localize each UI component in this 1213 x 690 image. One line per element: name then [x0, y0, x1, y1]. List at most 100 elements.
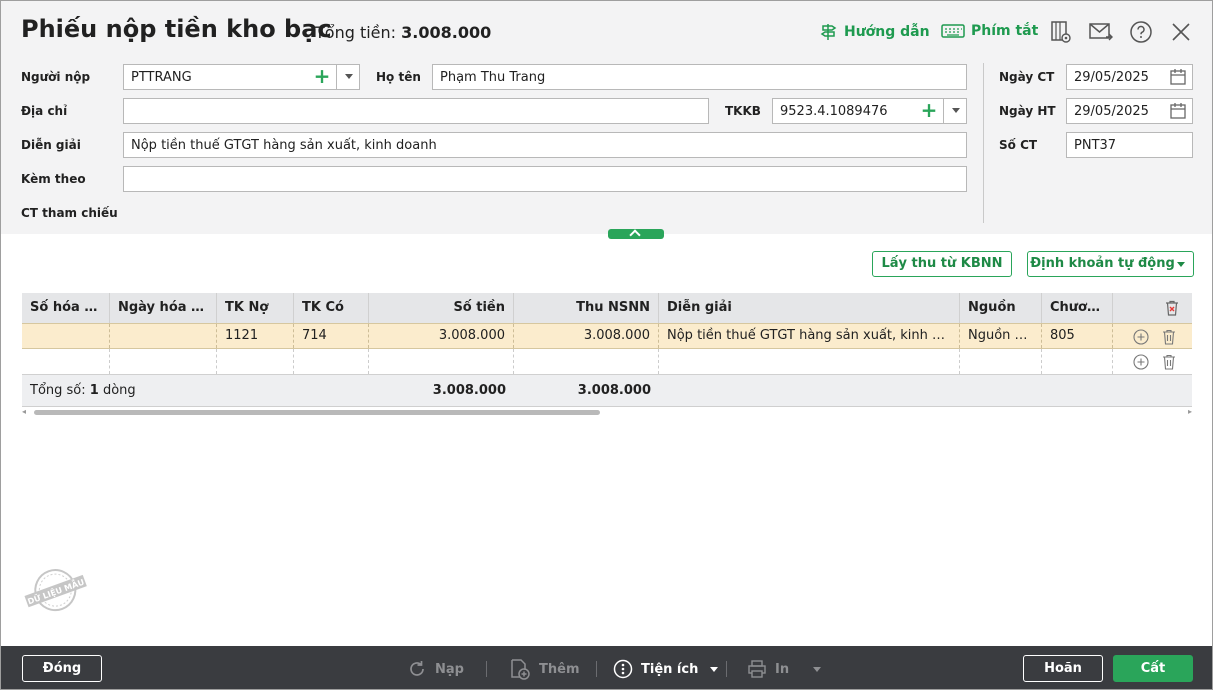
add-row-icon[interactable]	[1133, 329, 1149, 345]
table-row[interactable]: 1121 714 3.008.000 3.008.000 Nộp tiền th…	[22, 323, 1192, 349]
add-payer-icon[interactable]: +	[313, 66, 331, 86]
cell-invoice-no[interactable]	[22, 324, 110, 348]
help-icon[interactable]	[1129, 20, 1153, 44]
col-description[interactable]: Diễn giải	[659, 293, 960, 323]
cell-credit-account[interactable]: 714	[294, 324, 369, 348]
col-chapter[interactable]: Chương	[1042, 293, 1113, 323]
cell-invoice-date[interactable]	[110, 349, 217, 374]
toolbar-divider	[596, 661, 597, 677]
address-label: Địa chỉ	[21, 104, 68, 118]
payer-field[interactable]: PTTRANG +	[123, 64, 360, 90]
cell-amount[interactable]: 3.008.000	[369, 324, 514, 348]
voucher-number-field[interactable]: PNT37	[1066, 132, 1193, 158]
cell-invoice-no[interactable]	[22, 349, 110, 374]
cell-description[interactable]: Nộp tiền thuế GTGT hàng sản xuất, kinh d…	[659, 324, 960, 348]
cell-chapter[interactable]: 805	[1042, 324, 1113, 348]
col-source[interactable]: Nguồn	[960, 293, 1042, 323]
add-tkkb-icon[interactable]: +	[920, 100, 938, 120]
cell-chapter[interactable]	[1042, 349, 1113, 374]
row-count-label: Tổng số:	[30, 383, 86, 398]
payer-label: Người nộp	[21, 70, 91, 84]
scrollbar-thumb[interactable]	[34, 410, 600, 415]
auto-account-button[interactable]: Định khoản tự động	[1027, 251, 1194, 277]
tkkb-dropdown[interactable]	[943, 99, 966, 123]
description-label: Diễn giải	[21, 138, 81, 152]
attachment-label: Kèm theo	[21, 172, 86, 186]
col-actions	[1113, 293, 1192, 323]
cell-nsnn[interactable]	[514, 349, 659, 374]
guide-button[interactable]: Hướng dẫn	[820, 23, 930, 41]
toolbar-divider	[726, 661, 727, 677]
calendar-icon[interactable]	[1169, 68, 1187, 86]
total-label: Tổng tiền:	[315, 23, 397, 42]
posting-date-value: 29/05/2025	[1074, 104, 1149, 119]
tkkb-label: TKKB	[725, 104, 761, 118]
collapse-header-button[interactable]	[608, 229, 664, 239]
cell-nsnn[interactable]: 3.008.000	[514, 324, 659, 348]
total-value: 3.008.000	[401, 23, 492, 42]
calendar-icon[interactable]	[1169, 102, 1187, 120]
attachment-field[interactable]	[123, 166, 967, 192]
add-row-icon[interactable]	[1133, 354, 1149, 370]
more-options-icon	[613, 659, 633, 679]
save-button[interactable]: Cất	[1113, 655, 1193, 682]
email-icon[interactable]	[1089, 20, 1113, 44]
refresh-icon	[410, 661, 424, 676]
cell-debit-account[interactable]	[217, 349, 294, 374]
keyboard-icon	[941, 24, 965, 38]
fetch-kbnn-button[interactable]: Lấy thu từ KBNN	[872, 251, 1012, 277]
voucher-number-value: PNT37	[1074, 138, 1117, 153]
description-field[interactable]: Nộp tiền thuế GTGT hàng sản xuất, kinh d…	[123, 132, 967, 158]
fullname-field[interactable]: Phạm Thu Trang	[432, 64, 967, 90]
voucher-window: Phiếu nộp tiền kho bạc Tổng tiền: 3.008.…	[0, 0, 1213, 690]
scroll-left-icon[interactable]: ◂	[22, 408, 26, 416]
footer-toolbar: Đóng Nạp Thêm Tiện ích In Hoãn Cất	[1, 646, 1212, 689]
total-amount-cell: 3.008.000	[432, 383, 506, 398]
print-button[interactable]: In	[747, 656, 822, 682]
add-label: Thêm	[539, 661, 580, 677]
voucher-date-field[interactable]: 29/05/2025	[1066, 64, 1193, 90]
shortcut-button[interactable]: Phím tắt	[941, 23, 1038, 39]
cell-invoice-date[interactable]	[110, 324, 217, 348]
chevron-down-icon[interactable]	[813, 666, 822, 672]
delete-row-icon[interactable]	[1161, 329, 1177, 345]
col-credit-account[interactable]: TK Có	[294, 293, 369, 323]
cell-source[interactable]	[960, 349, 1042, 374]
add-button[interactable]: Thêm	[509, 656, 580, 682]
posting-date-field[interactable]: 29/05/2025	[1066, 98, 1193, 124]
undo-button[interactable]: Hoãn	[1023, 655, 1103, 682]
cell-debit-account[interactable]: 1121	[217, 324, 294, 348]
horizontal-scrollbar[interactable]: ◂ ▸	[22, 408, 1192, 416]
chevron-down-icon[interactable]	[1177, 262, 1185, 267]
section-divider	[983, 63, 984, 223]
col-nsnn[interactable]: Thu NSNN	[514, 293, 659, 323]
close-icon[interactable]	[1169, 20, 1193, 44]
toolbar-divider	[486, 661, 487, 677]
scroll-right-icon[interactable]: ▸	[1188, 408, 1192, 416]
grid-footer: Tổng số: 1 dòng 3.008.000 3.008.000	[22, 375, 1192, 407]
guide-label: Hướng dẫn	[844, 24, 930, 40]
cell-source[interactable]: Nguồn ngân sách	[960, 324, 1042, 348]
col-invoice-no[interactable]: Số hóa đơn	[22, 293, 110, 323]
delete-all-icon[interactable]	[1164, 300, 1180, 316]
utility-menu[interactable]: Tiện ích	[613, 656, 719, 682]
cell-amount[interactable]	[369, 349, 514, 374]
reference-label[interactable]: CT tham chiếu	[21, 206, 118, 220]
col-amount[interactable]: Số tiền	[369, 293, 514, 323]
cell-credit-account[interactable]	[294, 349, 369, 374]
fullname-label: Họ tên	[376, 70, 421, 84]
reload-label: Nạp	[435, 661, 464, 677]
tkkb-field[interactable]: 9523.4.1089476 +	[772, 98, 967, 124]
address-field[interactable]	[123, 98, 709, 124]
view-icon[interactable]	[1049, 20, 1073, 44]
col-invoice-date[interactable]: Ngày hóa đơn	[110, 293, 217, 323]
cell-description[interactable]	[659, 349, 960, 374]
table-row[interactable]	[22, 349, 1192, 375]
posting-date-label: Ngày HT	[999, 104, 1056, 118]
payer-dropdown[interactable]	[336, 65, 359, 89]
reload-button[interactable]: Nạp	[407, 656, 464, 682]
close-button[interactable]: Đóng	[22, 655, 102, 682]
col-debit-account[interactable]: TK Nợ	[217, 293, 294, 323]
total-amount: Tổng tiền: 3.008.000	[315, 23, 491, 42]
delete-row-icon[interactable]	[1161, 354, 1177, 370]
